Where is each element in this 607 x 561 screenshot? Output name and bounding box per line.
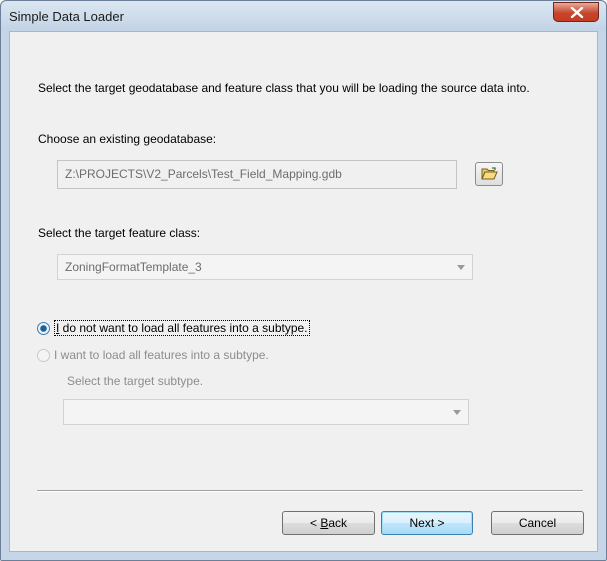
dialog-window: Simple Data Loader Select the target geo… bbox=[0, 0, 607, 561]
back-text: ack bbox=[328, 516, 348, 530]
instruction-text: Select the target geodatabase and featur… bbox=[38, 81, 530, 95]
dropdown-arrow[interactable] bbox=[446, 400, 468, 424]
next-button[interactable]: Next > bbox=[381, 511, 473, 535]
feature-class-dropdown[interactable]: ZoningFormatTemplate_3 bbox=[57, 254, 473, 280]
title-bar[interactable]: Simple Data Loader bbox=[1, 1, 606, 31]
subtype-radio-label[interactable]: I want to load all features into a subty… bbox=[54, 348, 269, 362]
geodatabase-label: Choose an existing geodatabase: bbox=[38, 132, 217, 146]
dropdown-arrow[interactable] bbox=[450, 255, 472, 279]
open-folder-icon bbox=[481, 167, 498, 180]
browse-geodatabase-button[interactable] bbox=[475, 162, 503, 186]
back-prefix: < bbox=[309, 516, 321, 530]
dialog-content: Select the target geodatabase and featur… bbox=[10, 32, 597, 551]
dialog-client: Select the target geodatabase and featur… bbox=[9, 31, 598, 552]
chevron-down-icon bbox=[453, 410, 461, 415]
no-subtype-radio-label[interactable]: I do not want to load all features into … bbox=[54, 320, 310, 336]
geodatabase-path-field[interactable]: Z:\PROJECTS\V2_Parcels\Test_Field_Mappin… bbox=[57, 160, 457, 189]
feature-class-label: Select the target feature class: bbox=[38, 226, 201, 240]
footer-separator bbox=[37, 490, 583, 492]
close-button[interactable] bbox=[553, 2, 599, 22]
option-text: do not want to load all features into a … bbox=[59, 321, 308, 335]
subtype-dropdown[interactable] bbox=[63, 399, 469, 425]
chevron-down-icon bbox=[457, 265, 465, 270]
subtype-radio[interactable] bbox=[37, 349, 50, 362]
no-subtype-radio[interactable] bbox=[37, 322, 50, 335]
close-icon bbox=[570, 7, 584, 18]
cancel-button[interactable]: Cancel bbox=[491, 511, 584, 535]
subtype-label: Select the target subtype. bbox=[67, 374, 204, 388]
back-button[interactable]: < Back bbox=[282, 511, 375, 535]
window-title: Simple Data Loader bbox=[9, 9, 124, 24]
feature-class-selected: ZoningFormatTemplate_3 bbox=[65, 260, 202, 274]
